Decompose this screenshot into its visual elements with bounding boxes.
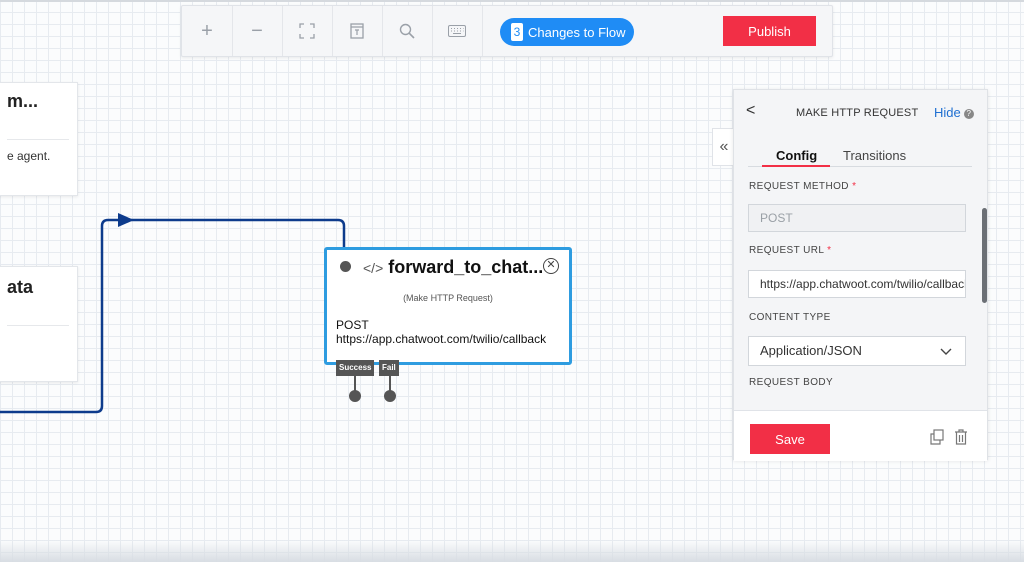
card-title: ata — [7, 277, 34, 297]
left-widget-card-2[interactable]: ata — [0, 266, 78, 382]
changes-label: Changes to Flow — [528, 24, 626, 40]
card-text: e agent. — [7, 149, 51, 163]
canvas-toolbar: + − 3 Changes to Flow Publish — [181, 5, 833, 57]
panel-title: MAKE HTTP REQUEST — [796, 107, 919, 119]
fit-to-screen-button[interactable] — [282, 6, 333, 56]
chevron-down-icon — [940, 348, 952, 355]
help-icon[interactable]: ? — [963, 109, 974, 119]
search-icon — [399, 23, 415, 39]
notes-button[interactable] — [332, 6, 383, 56]
hide-panel-link[interactable]: Hide? — [934, 105, 974, 120]
hide-label: Hide — [934, 105, 961, 120]
request-method-label: REQUEST METHOD * — [749, 181, 857, 192]
widget-config-panel: < MAKE HTTP REQUEST Hide? Config Transit… — [733, 89, 988, 461]
collapse-panel-button[interactable]: « — [712, 128, 735, 166]
duplicate-icon[interactable] — [930, 429, 944, 445]
publish-button[interactable]: Publish — [723, 16, 816, 46]
success-port-dot[interactable] — [349, 390, 361, 402]
back-icon[interactable]: < — [746, 102, 755, 120]
plus-icon: + — [201, 19, 213, 42]
close-icon[interactable]: ✕ — [543, 258, 559, 274]
card-divider — [7, 325, 69, 326]
connector-arrow — [118, 213, 134, 227]
widget-title: </> forward_to_chat... — [363, 257, 543, 278]
widget-method: POST — [336, 318, 369, 332]
request-url-label: REQUEST URL * — [749, 245, 832, 256]
content-type-label: CONTENT TYPE — [749, 312, 831, 323]
changes-count-badge: 3 — [511, 23, 523, 41]
fit-screen-icon — [299, 23, 315, 39]
changes-to-flow-button[interactable]: 3 Changes to Flow — [500, 18, 634, 46]
input-port-dot[interactable] — [340, 261, 351, 272]
tab-transitions[interactable]: Transitions — [843, 148, 906, 163]
fail-port-dot[interactable] — [384, 390, 396, 402]
content-type-select[interactable]: Application/JSON — [748, 336, 966, 366]
widget-subtitle: (Make HTTP Request) — [403, 293, 493, 303]
zoom-out-button[interactable]: − — [232, 6, 283, 56]
left-widget-card-1[interactable]: m... e agent. — [0, 82, 78, 196]
request-body-label: REQUEST BODY — [749, 377, 834, 388]
panel-footer: Save — [734, 410, 987, 461]
tab-config[interactable]: Config — [776, 148, 817, 163]
search-button[interactable] — [382, 6, 433, 56]
save-button[interactable]: Save — [750, 424, 830, 454]
active-tab-indicator — [762, 165, 830, 167]
trash-icon[interactable] — [954, 429, 968, 445]
request-url-field[interactable]: https://app.chatwoot.com/twilio/callback — [748, 270, 966, 298]
card-title: m... — [7, 91, 39, 111]
keyboard-shortcuts-button[interactable] — [432, 6, 483, 56]
code-icon: </> — [363, 259, 384, 276]
minus-icon: − — [251, 19, 263, 42]
request-method-field[interactable]: POST — [748, 204, 966, 232]
widget-url: https://app.chatwoot.com/twilio/callback — [336, 332, 547, 346]
card-divider — [7, 139, 69, 140]
keyboard-icon — [448, 25, 466, 37]
panel-scrollbar[interactable] — [982, 208, 987, 303]
note-icon — [350, 23, 364, 39]
content-type-value: Application/JSON — [760, 343, 862, 358]
canvas-bottom-edge — [0, 540, 1024, 562]
zoom-in-button[interactable]: + — [182, 6, 233, 56]
widget-name: forward_to_chat... — [388, 257, 544, 277]
http-request-widget[interactable]: </> forward_to_chat... ✕ (Make HTTP Requ… — [324, 247, 572, 376]
double-chevron-left-icon: « — [719, 138, 729, 155]
